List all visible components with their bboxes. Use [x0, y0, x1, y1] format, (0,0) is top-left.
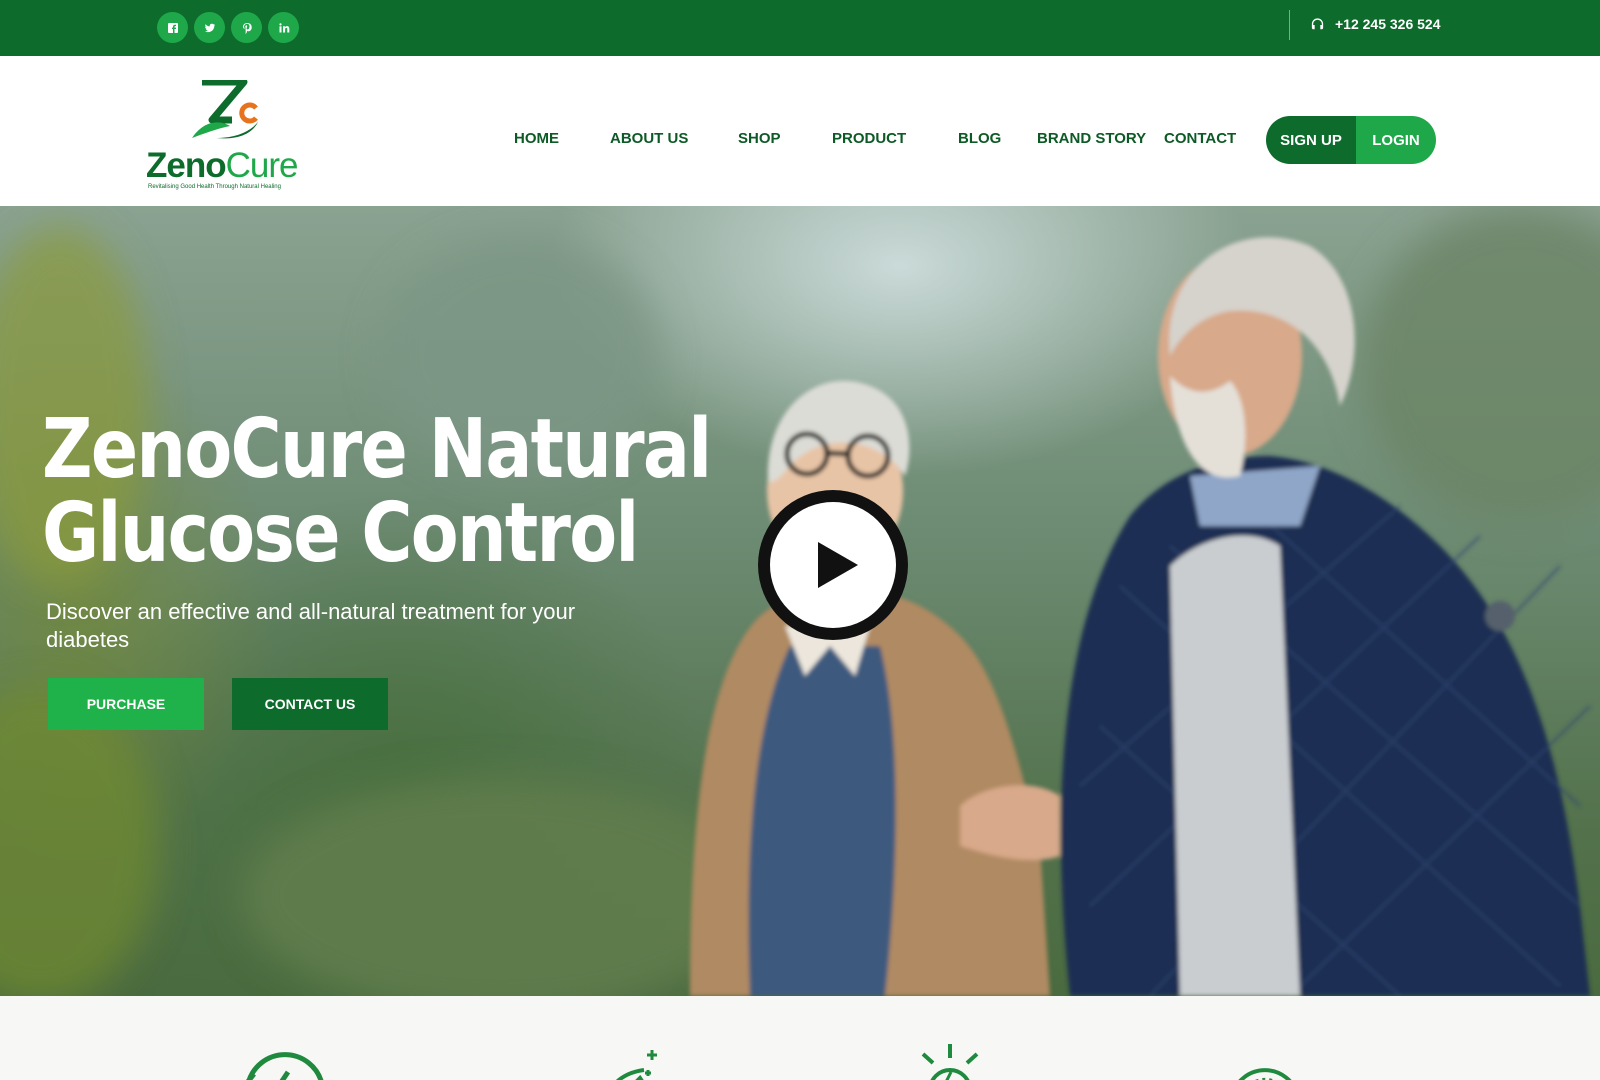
purchase-button[interactable]: PURCHASE: [48, 678, 204, 730]
signup-button[interactable]: SIGN UP: [1266, 116, 1356, 164]
hero-title-line1: ZenoCure Natural: [42, 402, 712, 497]
hero-section: ZenoCure Natural Glucose Control Discove…: [0, 206, 1600, 996]
social-links: [157, 12, 299, 43]
top-bar: +12 245 326 524: [0, 0, 1600, 56]
nav-product[interactable]: PRODUCT: [832, 130, 906, 147]
logo-tagline: Revitalising Good Health Through Natural…: [148, 184, 281, 190]
gauge-icon: [1238, 1068, 1292, 1080]
clock-check-icon: [245, 1052, 324, 1080]
nav-contact[interactable]: CONTACT: [1164, 130, 1236, 147]
play-button-face: [770, 502, 896, 628]
features-strip: [0, 996, 1600, 1080]
contact-us-button[interactable]: CONTACT US: [232, 678, 388, 730]
phone-number[interactable]: +12 245 326 524: [1335, 16, 1441, 32]
play-icon: [818, 542, 858, 588]
nav-shop[interactable]: SHOP: [738, 130, 781, 147]
facebook-icon[interactable]: [157, 12, 188, 43]
lightbulb-icon: [921, 1044, 979, 1080]
site-header: ZenoCure Revitalising Good Health Throug…: [0, 56, 1600, 206]
auth-buttons: SIGN UP LOGIN: [1266, 116, 1436, 164]
login-button[interactable]: LOGIN: [1356, 116, 1436, 164]
topbar-divider: [1289, 10, 1290, 40]
nav-blog[interactable]: BLOG: [958, 130, 1001, 147]
hero-title-line2: Glucose Control: [42, 486, 639, 581]
pinterest-icon[interactable]: [231, 12, 262, 43]
hero-subtitle: Discover an effective and all-natural tr…: [46, 599, 576, 652]
play-video-button[interactable]: [758, 490, 908, 640]
phone-contact[interactable]: +12 245 326 524: [1310, 16, 1441, 32]
nav-about-us[interactable]: ABOUT US: [610, 130, 688, 147]
nav-brand-story[interactable]: BRAND STORY: [1037, 130, 1146, 147]
twitter-icon[interactable]: [194, 12, 225, 43]
nav-home[interactable]: HOME: [514, 130, 559, 147]
leaf-plus-icon: [616, 1050, 657, 1080]
hero-title: ZenoCure Natural Glucose Control: [42, 402, 712, 581]
linkedin-icon[interactable]: [268, 12, 299, 43]
headset-icon: [1311, 17, 1324, 29]
